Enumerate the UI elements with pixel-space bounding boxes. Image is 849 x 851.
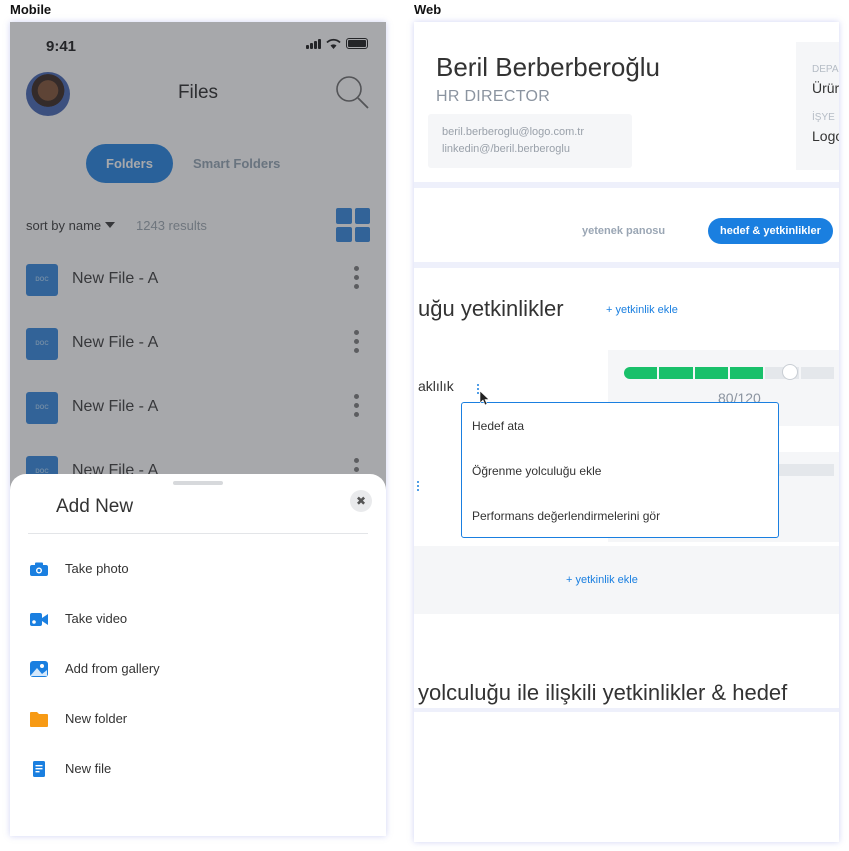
divider bbox=[414, 708, 839, 712]
tab-hedef-yetkinlikler[interactable]: hedef & yetkinlikler bbox=[708, 218, 833, 244]
camera-icon bbox=[30, 562, 48, 576]
web-section-label: Web bbox=[414, 2, 442, 17]
new-file-button[interactable]: New file bbox=[10, 748, 386, 798]
skill-options-icon[interactable] bbox=[417, 481, 420, 491]
gallery-icon bbox=[30, 661, 48, 677]
folder-icon bbox=[30, 712, 48, 727]
contact-card: beril.berberoglu@logo.com.tr linkedin@/b… bbox=[428, 114, 632, 168]
add-competency-row: + yetkinlik ekle bbox=[414, 546, 839, 614]
divider bbox=[414, 182, 839, 188]
skill-label: aklılık bbox=[418, 378, 454, 394]
linkedin-link[interactable]: linkedin@/beril.berberoglu bbox=[442, 141, 618, 158]
sheet-title: Add New bbox=[56, 496, 134, 517]
profile-role: HR DIRECTOR bbox=[436, 88, 551, 105]
take-video-button[interactable]: Take video bbox=[10, 598, 386, 648]
section-heading: uğu yetkinlikler bbox=[418, 296, 564, 321]
email-link[interactable]: beril.berberoglu@logo.com.tr bbox=[442, 124, 618, 141]
menu-item-performans-degerlendirmeleri[interactable]: Performans değerlendirmelerini gör bbox=[472, 509, 660, 523]
menu-item-ogrenme-yolculugu-ekle[interactable]: Öğrenme yolculuğu ekle bbox=[472, 464, 601, 478]
file-icon bbox=[33, 761, 45, 777]
web-screen: Beril Berberberoğlu HR DIRECTOR beril.be… bbox=[414, 22, 839, 842]
divider bbox=[28, 533, 368, 534]
sheet-grabber[interactable] bbox=[173, 481, 223, 485]
add-from-gallery-button[interactable]: Add from gallery bbox=[10, 648, 386, 698]
video-icon bbox=[30, 613, 48, 626]
mobile-screen: 9:41 Files Folders Smart Folders sort by… bbox=[10, 22, 386, 836]
mobile-section-label: Mobile bbox=[10, 2, 52, 17]
skill-context-menu: Hedef ata Öğrenme yolculuğu ekle Perform… bbox=[461, 402, 779, 538]
progress-handle[interactable] bbox=[782, 364, 798, 380]
add-competency-link[interactable]: + yetkinlik ekle bbox=[566, 574, 638, 586]
mouse-cursor-icon bbox=[480, 391, 490, 406]
new-folder-button[interactable]: New folder bbox=[10, 698, 386, 748]
take-photo-button[interactable]: Take photo bbox=[10, 548, 386, 598]
menu-item-hedef-ata[interactable]: Hedef ata bbox=[472, 419, 524, 433]
tab-yetenek-panosu[interactable]: yetenek panosu bbox=[582, 225, 665, 237]
department-label: DEPA bbox=[812, 64, 839, 75]
divider bbox=[414, 262, 839, 268]
add-new-sheet: Add New ✖ Take photo Take video Add from… bbox=[10, 474, 386, 836]
department-value: Ürür bbox=[812, 80, 839, 96]
profile-name: Beril Berberberoğlu bbox=[436, 52, 661, 82]
close-icon[interactable]: ✖ bbox=[350, 490, 372, 512]
add-competency-link[interactable]: + yetkinlik ekle bbox=[606, 304, 678, 316]
progress-bar bbox=[624, 367, 834, 379]
profile-side-panel: DEPA Ürür İŞYE Logo bbox=[796, 42, 839, 170]
workplace-label: İŞYE bbox=[812, 112, 835, 123]
workplace-value: Logo bbox=[812, 128, 839, 144]
section-heading: yolculuğu ile ilişkili yetkinlikler & he… bbox=[418, 680, 788, 705]
